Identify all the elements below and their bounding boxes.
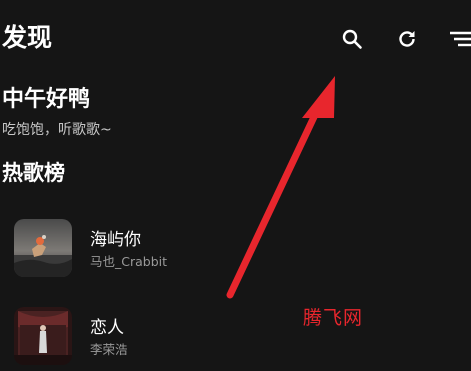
annotation-arrow [226,76,335,299]
watermark: 腾飞网 [303,307,364,329]
